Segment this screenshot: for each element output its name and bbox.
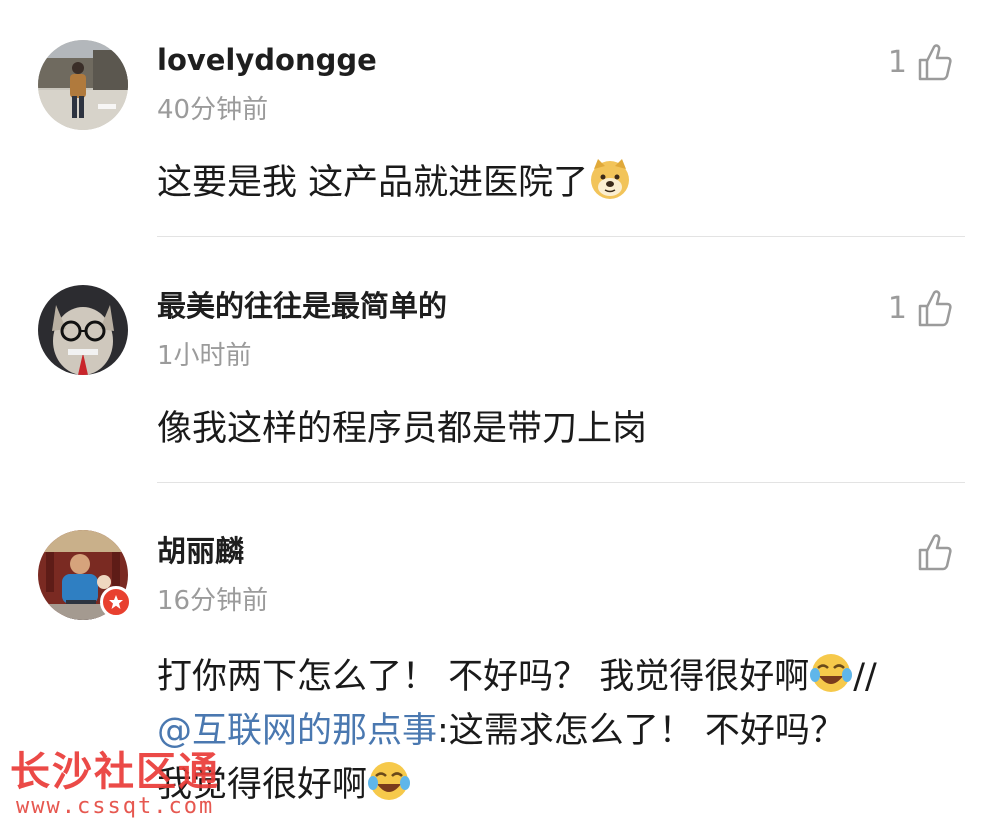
avatar[interactable] (38, 285, 128, 375)
comment-line: @互联网的那点事:这需求怎么了！ 不好吗？ (157, 704, 959, 758)
username[interactable]: 最美的往往是最简单的 (157, 288, 447, 324)
avatar[interactable] (38, 40, 128, 130)
comment-body: 打你两下怎么了！ 不好吗？ 我觉得很好啊 (157, 657, 810, 697)
timestamp: 16分钟前 (157, 586, 269, 616)
divider (157, 482, 965, 483)
thumbs-up-icon (918, 534, 952, 571)
repost-separator: // (853, 657, 877, 697)
comment-body: :这需求怎么了！ 不好吗？ (437, 711, 845, 751)
like-button[interactable]: 1 (888, 40, 953, 84)
comment-text: 打你两下怎么了！ 不好吗？ 我觉得很好啊 // @互联网的那点事:这需求怎么了！… (157, 650, 959, 812)
comment-body: 我觉得很好啊 (157, 765, 368, 805)
comment-line: 我觉得很好啊 (157, 758, 959, 812)
timestamp: 40分钟前 (157, 95, 269, 125)
mention-link[interactable]: @互联网的那点事 (157, 711, 437, 751)
comment-line: 打你两下怎么了！ 不好吗？ 我觉得很好啊 // (157, 650, 959, 704)
like-count: 1 (887, 44, 907, 80)
star-badge-icon (109, 595, 123, 609)
timestamp: 1小时前 (157, 341, 252, 371)
like-button[interactable]: 1 (888, 286, 953, 330)
divider (157, 236, 965, 237)
like-count: 1 (887, 290, 907, 326)
thumbs-up-icon (918, 44, 952, 81)
username[interactable]: lovelydongge (157, 42, 377, 78)
username[interactable]: 胡丽麟 (157, 533, 244, 569)
like-button[interactable] (917, 530, 953, 574)
comment-body: 这要是我 这产品就进医院了 (157, 163, 589, 203)
verified-badge (100, 586, 132, 618)
laughing-crying-emoji (810, 654, 853, 692)
thumbs-up-icon (918, 290, 952, 327)
laughing-crying-emoji (368, 762, 411, 800)
doge-emoji (591, 159, 630, 199)
comment-text: 这要是我 这产品就进医院了 (157, 156, 959, 210)
comment-text: 像我这样的程序员都是带刀上岗 (157, 409, 648, 449)
